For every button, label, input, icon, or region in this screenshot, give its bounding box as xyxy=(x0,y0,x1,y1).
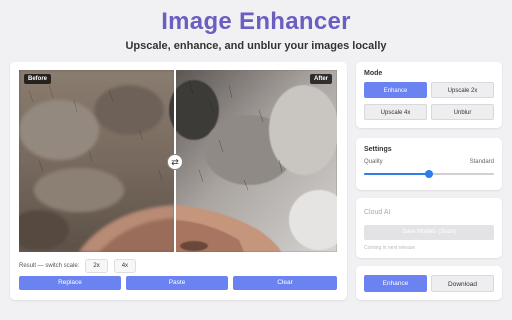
scale-switcher: Result — switch scale: 2x 4x xyxy=(19,258,142,274)
quality-slider-thumb[interactable] xyxy=(425,170,433,178)
mode-panel: Mode Enhance Upscale 2x Upscale 4x Unblu… xyxy=(356,62,502,128)
scale-2x-button[interactable]: 2x xyxy=(85,259,108,273)
mode-title: Mode xyxy=(364,70,383,77)
quality-slider[interactable] xyxy=(364,170,494,178)
swap-handle-icon[interactable]: ⇄ xyxy=(167,154,183,170)
paste-button[interactable]: Paste xyxy=(126,276,228,290)
settings-title: Settings xyxy=(364,146,392,153)
enhance-button[interactable]: Enhance xyxy=(364,275,427,292)
scale-label: Result — switch scale: xyxy=(19,263,80,269)
cloud-ai-panel: Cloud AI Save Models (Soon) Coming in ne… xyxy=(356,198,502,258)
after-label: After xyxy=(309,74,332,84)
quality-label: Quality xyxy=(364,159,383,165)
settings-panel: Settings Quality Standard xyxy=(356,138,502,190)
quality-value: Standard xyxy=(469,159,494,165)
mode-unblur-button[interactable]: Unblur xyxy=(431,104,494,120)
quality-slider-fill xyxy=(364,173,429,175)
mode-upscale-4x-button[interactable]: Upscale 4x xyxy=(364,104,427,120)
before-label: Before xyxy=(24,74,52,84)
replace-button[interactable]: Replace xyxy=(19,276,121,290)
mode-enhance-button[interactable]: Enhance xyxy=(364,82,427,98)
cloud-ai-button: Save Models (Soon) xyxy=(364,225,494,240)
app-subtitle: Upscale, enhance, and unblur your images… xyxy=(125,40,387,52)
preview-panel: Before After ⇄ Result — switch scale: 2x… xyxy=(10,62,347,300)
mode-upscale-2x-button[interactable]: Upscale 2x xyxy=(431,82,494,98)
before-after-comparison[interactable]: Before After ⇄ xyxy=(19,70,337,252)
download-button[interactable]: Download xyxy=(431,275,494,292)
app-title: Image Enhancer xyxy=(161,8,351,35)
cloud-ai-title: Cloud AI xyxy=(364,209,391,216)
cloud-ai-note: Coming in next release xyxy=(364,245,416,251)
scale-4x-button[interactable]: 4x xyxy=(113,259,137,273)
clear-button[interactable]: Clear xyxy=(233,276,337,290)
action-panel: Enhance Download xyxy=(356,266,502,300)
